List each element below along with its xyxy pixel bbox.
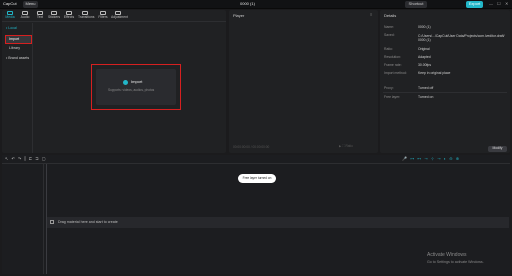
plus-icon — [123, 80, 128, 85]
detail-label: Name: — [384, 25, 394, 29]
tab-transitions-label: Transitions — [78, 15, 95, 19]
tab-stickers[interactable]: Stickers — [47, 11, 61, 22]
title-bar: CapCut Menu 0000 (1) Shortcut Export — ☐… — [0, 0, 512, 9]
detail-value: Adapted — [418, 55, 431, 59]
tab-adjustment-label: Adjustment — [111, 15, 128, 19]
nav-local[interactable]: • Local — [6, 26, 17, 31]
tab-filters-label: Filters — [98, 15, 108, 19]
divider — [383, 92, 507, 93]
detail-value: 0000 (1) — [418, 25, 431, 29]
tab-text[interactable]: Text — [33, 11, 47, 22]
player-timecode: 00:00:00:00 / 00:00:00:00 — [233, 145, 270, 149]
asset-toolbar: Media Audio Text Stickers Effects Transi… — [2, 10, 226, 22]
import-label: Import — [131, 79, 143, 84]
detail-label: Saved: — [384, 33, 395, 37]
timeline-edit-tools[interactable]: ↖ ↶ ↷ ⫿ ⊏ ⊐ ▢ — [5, 157, 47, 161]
details-panel: Details Name: 0000 (1) Saved: C:/Users/.… — [380, 10, 510, 153]
tab-adjustment[interactable]: Adjustment — [111, 11, 128, 22]
detail-label: Ratio: — [384, 47, 393, 51]
shortcut-button[interactable]: Shortcut — [405, 1, 427, 8]
tab-media-label: Media — [5, 15, 15, 19]
nav-import[interactable]: Import — [5, 35, 32, 44]
nav-brand-assets[interactable]: • Brand assets — [6, 56, 29, 61]
tab-text-label: Text — [36, 15, 44, 19]
app-logo: CapCut — [3, 1, 17, 6]
media-panel: Media Audio Text Stickers Effects Transi… — [2, 10, 226, 153]
import-dropzone[interactable]: Import Supports: videos, audios, photos — [96, 69, 176, 105]
free-layer-tooltip: Free layer turned on — [238, 174, 276, 183]
detail-value: Turned off — [418, 86, 434, 90]
details-title: Details — [384, 13, 397, 18]
player-title: Player — [233, 13, 245, 18]
tab-transitions[interactable]: Transitions — [78, 11, 95, 22]
nav-library[interactable]: Library — [9, 46, 20, 51]
detail-label: Frame rate: — [384, 63, 402, 67]
timeline-toolbar: ↖ ↶ ↷ ⫿ ⊏ ⊐ ▢ 🎤 ⊶ ⊷ ⊸ ⊹ ⊸ ◐ ⊖ ⊕ — [2, 155, 510, 164]
tab-effects-label: Effects — [63, 15, 75, 19]
tab-filters[interactable]: Filters — [96, 11, 110, 22]
tab-effects[interactable]: Effects — [62, 11, 76, 22]
player-menu-icon[interactable]: ≡ — [370, 13, 372, 17]
drop-hint: Drag material here and start to create — [58, 220, 118, 224]
detail-label: Free layer: — [384, 95, 401, 99]
tab-audio[interactable]: Audio — [18, 11, 32, 22]
detail-value: 30.00fps — [418, 63, 432, 67]
activate-windows-title: Activate Windows — [427, 252, 467, 258]
modify-button[interactable]: Modify — [488, 146, 507, 152]
detail-value: Original — [418, 47, 430, 51]
media-icon — [50, 220, 54, 224]
import-supported-types: Supports: videos, audios, photos — [108, 88, 155, 92]
close-icon[interactable]: ✕ — [505, 2, 508, 6]
track-headers — [2, 164, 44, 274]
tab-audio-label: Audio — [20, 15, 30, 19]
timeline-drop-zone[interactable]: Drag material here and start to create — [47, 217, 509, 228]
detail-value: Keep in original place — [418, 71, 451, 75]
detail-label: Import method: — [384, 71, 407, 75]
media-source-nav: • Local Import Library • Brand assets — [2, 23, 33, 153]
detail-value: C:/Users/.../CapCut/User Data/Projects/c… — [418, 34, 505, 43]
maximize-icon[interactable]: ☐ — [497, 2, 501, 6]
detail-value: Turned on — [418, 95, 434, 99]
export-button[interactable]: Export — [466, 1, 483, 8]
minimize-icon[interactable]: — — [489, 2, 493, 6]
activate-windows-subtitle: Go to Settings to activate Windows. — [427, 260, 484, 264]
timeline-view-tools[interactable]: 🎤 ⊶ ⊷ ⊸ ⊹ ⊸ ◐ ⊖ ⊕ — [402, 157, 460, 161]
tab-media[interactable]: Media — [3, 11, 17, 22]
detail-label: Resolution: — [384, 55, 401, 59]
detail-label: Proxy: — [384, 86, 394, 90]
tab-stickers-label: Stickers — [47, 15, 61, 19]
player-controls[interactable]: ▶ ⛶ Ratio — [339, 144, 353, 148]
player-panel: Player ≡ 00:00:00:00 / 00:00:00:00 ▶ ⛶ R… — [229, 10, 378, 153]
menu-button[interactable]: Menu — [23, 1, 38, 8]
import-highlight: Import Supports: videos, audios, photos — [91, 64, 181, 110]
project-title: 0000 (1) — [240, 1, 255, 6]
